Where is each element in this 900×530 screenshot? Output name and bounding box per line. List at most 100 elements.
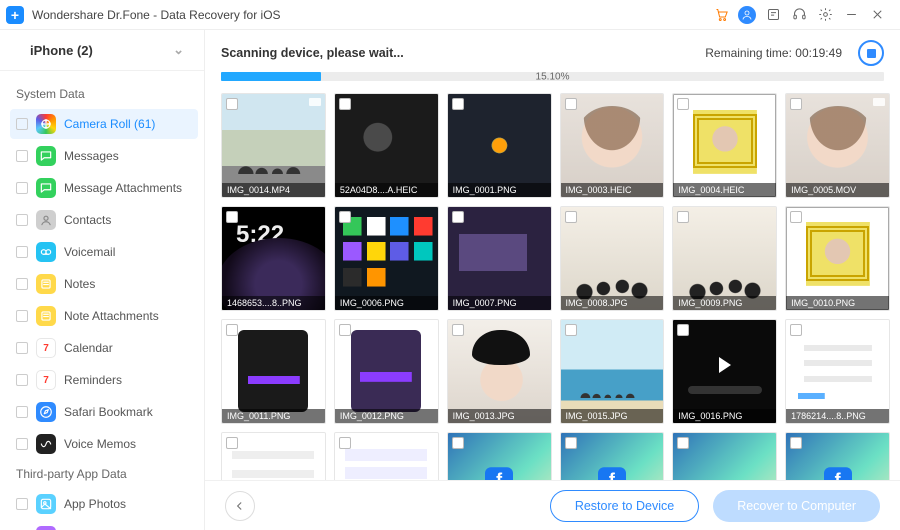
thumbnail[interactable]: IMG_0009.PNG: [672, 206, 777, 311]
thumbnail[interactable]: [785, 432, 890, 480]
feedback-icon[interactable]: [760, 2, 786, 28]
sidebar-item-label: App Photos: [64, 497, 126, 511]
thumbnail[interactable]: 52A04D8....A.HEIC: [334, 93, 439, 198]
device-name: iPhone (2): [30, 43, 93, 58]
thumbnail[interactable]: IMG_0008.JPG: [560, 206, 665, 311]
thumbnail[interactable]: 1786214....8..PNG: [785, 319, 890, 424]
checkbox[interactable]: [16, 406, 28, 418]
recover-to-computer-button[interactable]: Recover to Computer: [713, 490, 880, 522]
thumbnail-caption: IMG_0005.MOV: [786, 183, 889, 197]
titlebar: + Wondershare Dr.Fone - Data Recovery fo…: [0, 0, 900, 30]
thumbnail-checkbox[interactable]: [790, 98, 802, 110]
checkbox[interactable]: [16, 246, 28, 258]
thumbnail[interactable]: [560, 432, 665, 480]
checkbox[interactable]: [16, 310, 28, 322]
thumbnail-checkbox[interactable]: [790, 437, 802, 449]
sidebar-item-label: Note Attachments: [64, 309, 159, 323]
thumbnail-checkbox[interactable]: [790, 324, 802, 336]
checkbox[interactable]: [16, 342, 28, 354]
notes-icon: [36, 274, 56, 294]
thumbnail[interactable]: IMG_0001.PNG: [447, 93, 552, 198]
checkbox[interactable]: [16, 150, 28, 162]
sidebar-item-label: Voicemail: [64, 245, 115, 259]
sidebar-item-messages[interactable]: Messages: [10, 141, 198, 171]
thumbnail-caption: IMG_0003.HEIC: [561, 183, 664, 197]
thumbnail[interactable]: IMG_0005.MOV: [785, 93, 890, 198]
thumbnail[interactable]: IMG_0007.PNG: [447, 206, 552, 311]
sidebar-item-messages[interactable]: Message Attachments: [10, 173, 198, 203]
settings-icon[interactable]: [812, 2, 838, 28]
sidebar-item-label: Contacts: [64, 213, 111, 227]
sidebar-item-voice-memos[interactable]: Voice Memos: [10, 429, 198, 459]
checkbox[interactable]: [16, 438, 28, 450]
thumbnail[interactable]: IMG_0010.PNG: [785, 206, 890, 311]
thumbnail-caption: 52A04D8....A.HEIC: [335, 183, 438, 197]
thumbnail[interactable]: IMG_0014.MP4: [221, 93, 326, 198]
sidebar-item-reminders[interactable]: 7Reminders: [10, 365, 198, 395]
thumbnail-checkbox[interactable]: [677, 324, 689, 336]
sidebar-item-app-photos[interactable]: App Photos: [10, 489, 198, 519]
thumbnail-checkbox[interactable]: [339, 98, 351, 110]
thumbnail[interactable]: [221, 432, 326, 480]
stop-scan-button[interactable]: [858, 40, 884, 66]
close-button[interactable]: [864, 2, 890, 28]
app-videos-icon: [36, 526, 56, 530]
cart-icon[interactable]: [708, 2, 734, 28]
thumbnail[interactable]: [672, 432, 777, 480]
sidebar-item-camera-roll[interactable]: Camera Roll (61): [10, 109, 198, 139]
checkbox[interactable]: [16, 374, 28, 386]
thumbnail-checkbox[interactable]: [677, 437, 689, 449]
thumbnail-caption: IMG_0009.PNG: [673, 296, 776, 310]
thumbnail-checkbox[interactable]: [226, 211, 238, 223]
thumbnail-checkbox[interactable]: [226, 324, 238, 336]
thumbnail[interactable]: [447, 432, 552, 480]
thumbnail-checkbox[interactable]: [677, 211, 689, 223]
support-icon[interactable]: [786, 2, 812, 28]
minimize-button[interactable]: [838, 2, 864, 28]
device-selector[interactable]: iPhone (2) ⌄: [0, 30, 204, 71]
thumbnail[interactable]: IMG_0012.PNG: [334, 319, 439, 424]
sidebar-item-label: Camera Roll (61): [64, 117, 155, 131]
thumbnail[interactable]: IMG_0006.PNG: [334, 206, 439, 311]
restore-to-device-button[interactable]: Restore to Device: [550, 490, 699, 522]
checkbox[interactable]: [16, 214, 28, 226]
thumbnail[interactable]: IMG_0011.PNG: [221, 319, 326, 424]
thumbnail-checkbox[interactable]: [790, 211, 802, 223]
thumbnail-checkbox[interactable]: [452, 324, 464, 336]
thumbnail-checkbox[interactable]: [339, 437, 351, 449]
thumbnail[interactable]: IMG_0015.JPG: [560, 319, 665, 424]
sidebar-item-notes[interactable]: Note Attachments: [10, 301, 198, 331]
thumbnail[interactable]: IMG_0016.PNG: [672, 319, 777, 424]
thumbnail-checkbox[interactable]: [565, 324, 577, 336]
thumbnail-checkbox[interactable]: [565, 437, 577, 449]
thumbnail[interactable]: 1468653....8..PNG: [221, 206, 326, 311]
sidebar-item-app-videos[interactable]: App Videos: [10, 521, 198, 530]
thumbnail-checkbox[interactable]: [339, 324, 351, 336]
sidebar-item-label: Messages: [64, 149, 119, 163]
thumbnail[interactable]: IMG_0013.JPG: [447, 319, 552, 424]
thumbnail-checkbox[interactable]: [452, 211, 464, 223]
thumbnail-checkbox[interactable]: [339, 211, 351, 223]
thumbnail-checkbox[interactable]: [226, 98, 238, 110]
thumbnail-checkbox[interactable]: [565, 211, 577, 223]
back-button[interactable]: [225, 491, 255, 521]
thumbnail-checkbox[interactable]: [226, 437, 238, 449]
thumbnail-checkbox[interactable]: [565, 98, 577, 110]
user-icon[interactable]: [734, 2, 760, 28]
thumbnail[interactable]: IMG_0003.HEIC: [560, 93, 665, 198]
checkbox[interactable]: [16, 278, 28, 290]
sidebar-item-calendar[interactable]: 7Calendar: [10, 333, 198, 363]
sidebar-item-voicemail[interactable]: Voicemail: [10, 237, 198, 267]
sidebar-item-safari[interactable]: Safari Bookmark: [10, 397, 198, 427]
sidebar-item-notes[interactable]: Notes: [10, 269, 198, 299]
checkbox[interactable]: [16, 118, 28, 130]
sidebar-item-contacts[interactable]: Contacts: [10, 205, 198, 235]
video-icon: [309, 98, 321, 106]
thumbnail-checkbox[interactable]: [677, 98, 689, 110]
thumbnail[interactable]: [334, 432, 439, 480]
checkbox[interactable]: [16, 182, 28, 194]
thumbnail-checkbox[interactable]: [452, 98, 464, 110]
thumbnail-checkbox[interactable]: [452, 437, 464, 449]
thumbnail[interactable]: IMG_0004.HEIC: [672, 93, 777, 198]
checkbox[interactable]: [16, 498, 28, 510]
